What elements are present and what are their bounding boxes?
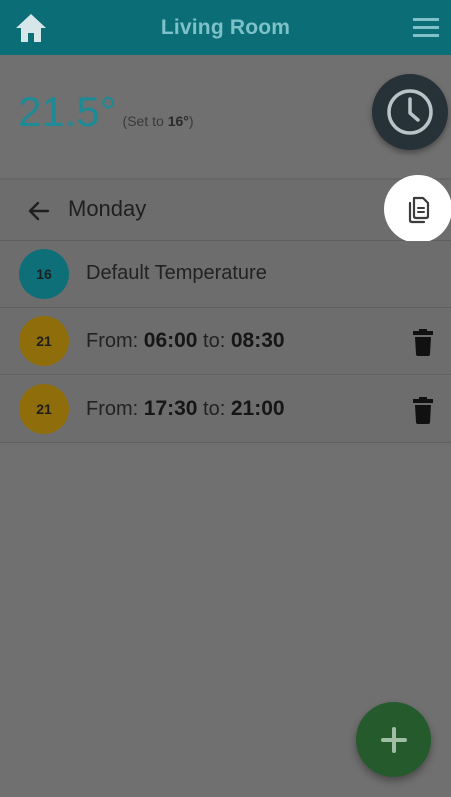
home-button[interactable] bbox=[14, 12, 48, 44]
period-from-time: 06:00 bbox=[143, 329, 198, 352]
schedule-period-row[interactable]: 21 From: 06:00 to: 08:30 bbox=[0, 308, 451, 375]
period-from-time: 17:30 bbox=[143, 397, 198, 420]
plus-icon bbox=[380, 726, 407, 753]
trash-icon bbox=[413, 397, 433, 424]
arrow-left-icon bbox=[28, 201, 50, 221]
current-temperature-value: 21.5° bbox=[18, 88, 117, 135]
schedule-period-row[interactable]: 21 From: 17:30 to: 21:00 bbox=[0, 376, 451, 443]
page-title: Living Room bbox=[160, 15, 291, 39]
delete-period-button[interactable] bbox=[408, 327, 438, 357]
menu-button[interactable] bbox=[409, 14, 443, 42]
delete-period-button[interactable] bbox=[408, 395, 438, 425]
app-root: Living Room 21.5° (Set to 16°) Monday 16… bbox=[0, 0, 451, 797]
period-time-range: From: 06:00 to: 08:30 bbox=[86, 329, 285, 352]
schedule-button[interactable] bbox=[372, 74, 448, 150]
home-icon bbox=[16, 14, 46, 42]
clock-icon bbox=[387, 89, 433, 135]
temperature-badge: 21 bbox=[19, 384, 69, 434]
default-temperature-row[interactable]: 16 Default Temperature bbox=[0, 241, 451, 308]
temperature-badge: 16 bbox=[19, 249, 69, 299]
day-label: Monday bbox=[68, 196, 147, 221]
back-button[interactable] bbox=[26, 198, 52, 224]
trash-icon bbox=[413, 329, 433, 356]
temperature-badge: 21 bbox=[19, 316, 69, 366]
hamburger-menu-icon bbox=[413, 18, 439, 37]
default-temperature-label: Default Temperature bbox=[86, 262, 267, 284]
period-to-time: 21:00 bbox=[230, 397, 285, 420]
set-to-label: (Set to 16°) bbox=[122, 113, 194, 129]
app-header: Living Room bbox=[0, 0, 451, 55]
period-to-time: 08:30 bbox=[230, 329, 285, 352]
copy-icon bbox=[408, 196, 430, 224]
copy-day-button[interactable] bbox=[384, 175, 451, 243]
period-time-range: From: 17:30 to: 21:00 bbox=[86, 397, 285, 420]
set-to-value: 16° bbox=[167, 113, 189, 129]
current-temperature: 21.5° (Set to 16°) bbox=[18, 89, 194, 144]
add-period-button[interactable] bbox=[356, 702, 431, 777]
